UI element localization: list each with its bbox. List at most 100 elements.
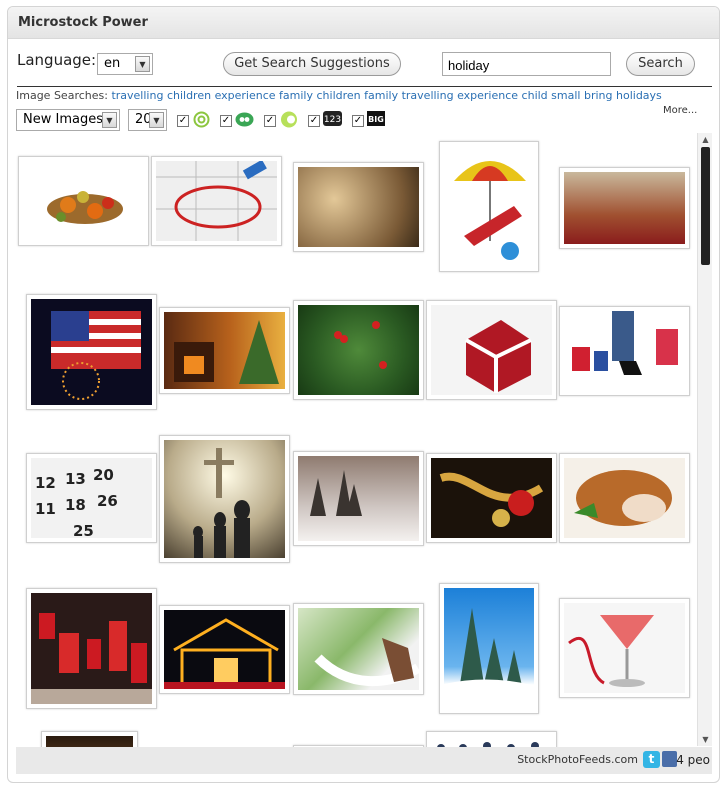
svg-text:25: 25 [73,522,94,538]
get-search-suggestions-button[interactable]: Get Search Suggestions [223,52,401,76]
swirl-agency-icon [193,111,210,128]
language-value: en [104,56,121,71]
chevron-down-icon[interactable]: ▼ [149,112,164,128]
sort-select[interactable]: New Images ▼ [16,109,120,131]
fireplace-tree-thumbnail[interactable] [159,307,290,394]
language-label: Language: [17,51,97,69]
bigstock-icon-label: BIG [368,115,384,124]
search-term-link[interactable]: travelling [402,89,454,102]
divider [17,86,712,87]
svg-text:11: 11 [35,500,56,518]
holly-branch-thumbnail[interactable] [293,300,424,400]
holiday-calendar-thumbnail[interactable] [151,156,282,246]
flag-fireworks-thumbnail[interactable] [26,294,157,410]
bokeh-lights-thumbnail[interactable] [293,162,424,252]
snowy-trees-thumbnail[interactable] [293,451,424,546]
search-term-link[interactable]: family [279,89,313,102]
family-dinner-thumbnail[interactable] [559,167,690,249]
ornament-ribbon-thumbnail[interactable] [426,453,557,543]
roast-turkey-image [574,470,672,526]
roast-turkey-thumbnail[interactable] [559,453,690,543]
search-term-link[interactable]: experience [457,89,518,102]
svg-text:20: 20 [93,466,114,484]
cocktail-glass-thumbnail[interactable] [559,598,690,698]
hammock-feet-image [314,638,419,687]
chevron-down-icon[interactable]: ▼ [102,112,117,128]
ornament-ribbon-image [439,472,544,527]
holly-image [334,321,387,369]
image-searches: Image Searches: travelling children expe… [16,89,662,102]
search-term-link[interactable]: experience [215,89,276,102]
search-term-link[interactable]: child [522,89,548,102]
agency-checkbox-3[interactable]: ✓ [264,115,276,127]
scroll-up-arrow-icon[interactable]: ▲ [700,135,711,144]
123rf-icon-label: 123 [324,115,341,125]
agency-checkbox-5[interactable]: ✓ [352,115,364,127]
store-window-image [31,613,152,704]
microstock-widget: Microstock Power Language: en ▼ Get Sear… [7,6,720,783]
search-input[interactable] [442,52,611,76]
agency-checkbox-4[interactable]: ✓ [308,115,320,127]
image-searches-label: Image Searches: [16,89,108,102]
calendar-dates-image: 12 13 20 11 18 26 25 [35,466,118,538]
cross-silhouette-thumbnail[interactable] [159,435,290,563]
search-controls: Language: en ▼ Get Search Suggestions Se… [8,40,719,86]
search-term-link[interactable]: bring [584,89,613,102]
snow-pines-image [444,608,534,709]
holiday-calendar-image [156,161,277,241]
silhouettes-thumbnail[interactable] [426,731,557,747]
lit-house-image [164,618,285,689]
like-count: 4 peo [676,753,710,767]
search-term-link[interactable]: family [364,89,398,102]
svg-text:13: 13 [65,470,86,488]
store-window-thumbnail[interactable] [26,588,157,709]
shopping-bags-image [572,311,678,375]
language-select[interactable]: en ▼ [97,53,153,75]
gift-box-image [465,320,532,393]
cross-silhouette-image [193,448,250,558]
count-select[interactable]: 20 ▼ [128,109,167,131]
bigstock-agency-icon: BIG [367,111,385,126]
fotolia-agency-icon [281,111,297,128]
search-term-link[interactable]: holidays [616,89,662,102]
shopping-bags-thumbnail[interactable] [559,306,690,396]
fireplace-tree-image [174,320,279,384]
filter-row: New Images ▼ 20 ▼ ✓ ✓ ✓ ✓ 123 ✓ BIG [8,108,719,132]
silhouettes-image [437,742,539,747]
search-button[interactable]: Search [626,52,695,76]
gift-box-thumbnail[interactable] [426,300,557,400]
svg-text:12: 12 [35,474,56,492]
flag-fireworks-image [51,311,141,400]
scroll-down-arrow-icon[interactable]: ▼ [700,735,711,744]
hammock-feet-thumbnail[interactable] [293,603,424,695]
agency-checkbox-1[interactable]: ✓ [177,115,189,127]
beach-chair-umbrella-thumbnail[interactable] [439,141,539,272]
search-term-link[interactable]: small [551,89,580,102]
snow-pines-thumbnail[interactable] [439,583,539,714]
image-results-grid: 12 13 20 11 18 26 25 [16,133,696,747]
chevron-down-icon[interactable]: ▼ [135,56,150,72]
facebook-like-icon[interactable] [662,751,677,767]
search-term-link[interactable]: travelling [111,89,163,102]
beach-chair-image [454,161,526,260]
stockphotofeeds-link[interactable]: StockPhotoFeeds.com [517,753,638,766]
widget-title: Microstock Power [8,7,719,39]
agency-checkbox-2[interactable]: ✓ [220,115,232,127]
search-term-link[interactable]: children [317,89,361,102]
twitter-icon[interactable]: t [643,751,660,768]
search-term-link[interactable]: children [167,89,211,102]
cornucopia-image [47,191,123,224]
cornucopia-thumbnail[interactable] [18,156,149,246]
widget-footer: StockPhotoFeeds.com t 4 peo [16,747,712,774]
snowy-trees-image [310,470,362,516]
results-scrollbar[interactable]: ▲ ▼ [697,133,712,746]
scroll-thumb[interactable] [701,147,710,265]
dark-scene-thumbnail[interactable] [41,731,138,747]
sort-value: New Images [23,112,103,127]
dreamstime-agency-icon [235,112,254,127]
svg-text:18: 18 [65,496,86,514]
lit-house-thumbnail[interactable] [159,605,290,694]
svg-text:26: 26 [97,492,118,510]
123rf-agency-icon: 123 [323,111,342,126]
calendar-dates-thumbnail[interactable]: 12 13 20 11 18 26 25 [26,453,157,543]
